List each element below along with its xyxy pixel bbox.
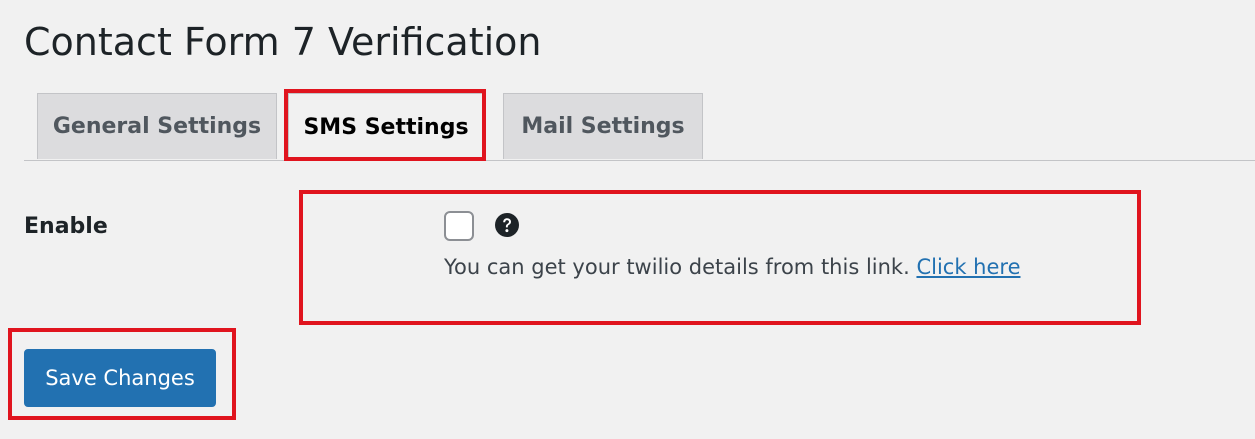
tab-sms-settings[interactable]: SMS Settings [288, 93, 484, 160]
tab-mail-settings[interactable]: Mail Settings [503, 93, 703, 159]
page-title: Contact Form 7 Verification [24, 20, 542, 64]
description-text: You can get your twilio details from thi… [444, 255, 910, 279]
save-changes-button[interactable]: Save Changes [24, 349, 216, 407]
twilio-description: You can get your twilio details from thi… [444, 252, 1021, 282]
enable-checkbox[interactable] [444, 211, 474, 241]
click-here-link[interactable]: Click here [916, 255, 1020, 279]
enable-label: Enable [24, 214, 108, 239]
question-circle-icon[interactable] [494, 212, 520, 238]
settings-tabs: General Settings SMS Settings Mail Setti… [24, 93, 1255, 161]
tab-general-settings[interactable]: General Settings [37, 93, 277, 159]
